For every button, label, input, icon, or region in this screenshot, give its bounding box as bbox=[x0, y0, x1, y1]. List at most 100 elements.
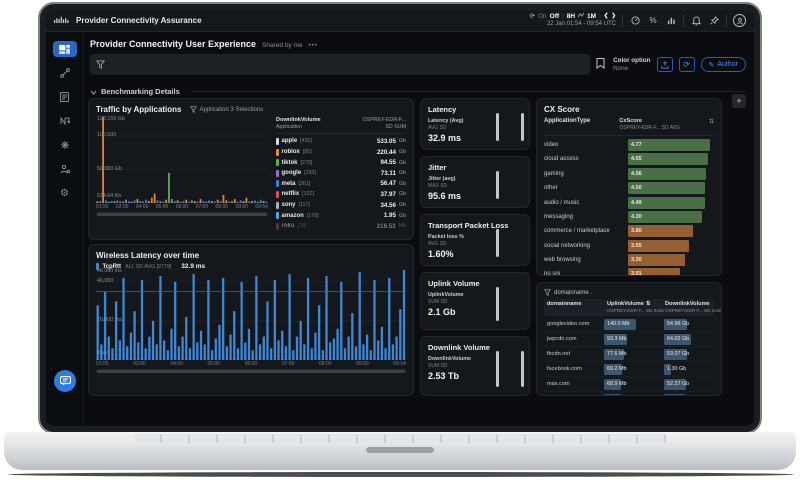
cx-row[interactable]: messaging4.30 bbox=[544, 210, 714, 224]
cx-application-label: messaging bbox=[544, 214, 628, 220]
chart-scrollbar[interactable] bbox=[96, 369, 406, 373]
cx-bar-cell: 4.65 bbox=[628, 153, 714, 165]
percent-metrics-icon[interactable]: % bbox=[647, 15, 659, 27]
bookmark-icon[interactable] bbox=[596, 56, 605, 74]
col-uplinkvolume[interactable]: UplinkVolume bbox=[607, 301, 644, 308]
notifications-bell-icon[interactable] bbox=[690, 15, 702, 27]
time-range-control[interactable]: ⟳ On Off | 8H 1M | ❮ ❯ 22 Jan 01:54 - 09… bbox=[530, 12, 616, 29]
range-8h[interactable]: 8H bbox=[567, 13, 575, 21]
pin-icon[interactable] bbox=[708, 15, 720, 27]
filter-input[interactable] bbox=[90, 54, 590, 75]
kpi-gauge-bar[interactable] bbox=[496, 287, 499, 321]
nav-topology[interactable] bbox=[53, 65, 77, 81]
kpi-gauge-bar[interactable] bbox=[496, 113, 499, 141]
author-mode-button[interactable]: ✎ Author bbox=[701, 57, 747, 72]
traffic-chart[interactable]: 128.159 Gb 100,000 50,000 Gb 524.64 Kb 0… bbox=[96, 117, 268, 231]
bar-chart-icon[interactable] bbox=[665, 15, 677, 27]
chart-bar bbox=[220, 201, 222, 203]
kpi-gauge-bar[interactable] bbox=[496, 351, 499, 387]
kpi-gauge-bar[interactable] bbox=[521, 351, 524, 387]
cx-row[interactable]: no sni3.01 bbox=[544, 267, 714, 276]
laptop-mockup: Provider Connectivity Assurance ⟳ On Off… bbox=[0, 0, 800, 486]
toggle-on[interactable]: On bbox=[538, 13, 547, 21]
chart-bar bbox=[296, 337, 298, 360]
more-options-icon[interactable]: ••• bbox=[309, 43, 318, 49]
downlink-value: 1.95 bbox=[384, 212, 396, 219]
col-cxscore[interactable]: CxScore bbox=[619, 118, 680, 125]
x-tick: 06:00 bbox=[176, 204, 189, 210]
table-row[interactable]: googlevideo.com140.0 Mb54.96 Gb bbox=[544, 317, 714, 332]
application-filter[interactable]: Application 3 Selections bbox=[190, 106, 264, 113]
sort-icon[interactable]: ⇅ bbox=[709, 118, 714, 125]
app-count: [261] bbox=[299, 181, 311, 187]
kpi-gauge-bar[interactable] bbox=[496, 171, 499, 199]
cx-row[interactable]: cloud access4.65 bbox=[544, 152, 714, 166]
col-application[interactable]: Application bbox=[276, 124, 321, 131]
user-avatar[interactable] bbox=[733, 14, 746, 27]
cx-row[interactable]: social networking3.55 bbox=[544, 239, 714, 253]
add-widget-button[interactable]: + bbox=[732, 94, 746, 108]
uplink-cell: 77.6 Mb bbox=[604, 349, 662, 360]
cx-row[interactable]: commerce / marketplace3.80 bbox=[544, 224, 714, 238]
chart-bar bbox=[266, 202, 268, 203]
table-row[interactable]: netflix[122]37.97Gb bbox=[276, 189, 406, 200]
table-row[interactable]: google[283]73.11Gb bbox=[276, 168, 406, 179]
color-option-control[interactable]: Color option None bbox=[613, 57, 650, 73]
wireless-chart[interactable]: 46.080 ms 40,000 20,000 ms 0 μs 01:5503:… bbox=[96, 270, 406, 373]
table-row[interactable]: amazon[170]1.95Gb bbox=[276, 210, 406, 221]
nav-dashboards[interactable] bbox=[53, 41, 77, 57]
wireless-legend[interactable]: TcpRtt ALL SD AVG [9779] 32.9 ms bbox=[96, 263, 406, 270]
table-row[interactable] bbox=[544, 392, 714, 396]
refresh-button[interactable]: ⟳ bbox=[679, 57, 695, 72]
table-row[interactable]: max.com68.9 Mb52.27 Gb bbox=[544, 377, 714, 392]
cx-row[interactable]: gaming4.56 bbox=[544, 167, 714, 181]
help-chat-button[interactable] bbox=[54, 370, 76, 392]
nav-reports[interactable] bbox=[53, 89, 77, 105]
table-row[interactable]: sony[117]34.56Gb bbox=[276, 200, 406, 211]
cx-row[interactable]: other4.50 bbox=[544, 181, 714, 195]
table-row[interactable]: facebook.com69.2 Mb1.30 Gb bbox=[544, 362, 714, 377]
gauge-icon[interactable] bbox=[629, 15, 641, 27]
cx-row[interactable]: web browsing3.30 bbox=[544, 253, 714, 267]
downlink-cell: 53.07 Gb bbox=[664, 349, 722, 360]
table-row[interactable]: apple[432]533.05Gb bbox=[276, 136, 406, 147]
table-row[interactable]: roku[38]216.53Mb bbox=[276, 221, 406, 232]
traffic-by-applications-panel: Traffic by Applications Application 3 Se… bbox=[88, 98, 414, 240]
sort-icon[interactable]: ⇅ bbox=[646, 301, 651, 308]
table-row[interactable]: roblox[80]220.44Gb bbox=[276, 147, 406, 158]
cx-row[interactable]: video4.77 bbox=[544, 138, 714, 152]
table-row[interactable]: tiktok[276]94.55Gb bbox=[276, 157, 406, 168]
nav-settings-gear-icon[interactable]: ⚙ bbox=[53, 185, 77, 201]
table-row[interactable]: fbcdn.net77.6 Mb53.07 Gb bbox=[544, 347, 714, 362]
col-domainname[interactable]: domainname bbox=[547, 301, 601, 308]
downlink-cell: 52.27 Gb bbox=[664, 379, 722, 390]
domainname-filter[interactable]: domainname . bbox=[544, 289, 714, 296]
benchmarking-section-toggle[interactable]: Benchmarking Details bbox=[84, 75, 754, 100]
chart-bar bbox=[388, 278, 390, 360]
chart-scrollbar[interactable] bbox=[96, 212, 268, 216]
nav-user-management[interactable] bbox=[53, 161, 77, 177]
kpi-gauge-bar[interactable] bbox=[521, 113, 524, 141]
col-downlinkvolume[interactable]: DownlinkVolume bbox=[276, 117, 321, 124]
table-row[interactable]: meta[261]56.47Gb bbox=[276, 179, 406, 190]
nav-flows[interactable] bbox=[53, 113, 77, 129]
chart-bar bbox=[100, 344, 102, 360]
col-applicationtype[interactable]: ApplicationType bbox=[544, 118, 590, 124]
kpi-gauge-bar[interactable] bbox=[496, 229, 499, 257]
prev-range-button[interactable]: ❮ bbox=[604, 13, 609, 20]
range-1m[interactable]: 1M bbox=[587, 13, 596, 21]
auto-refresh-icon[interactable]: ⟳ bbox=[530, 13, 535, 21]
kpi-panel-jitter: JitterJitter (avg)MAX SD95.6 ms bbox=[420, 156, 530, 208]
laptop-shadow bbox=[8, 472, 794, 477]
nav-integrations[interactable] bbox=[53, 137, 77, 153]
next-range-button[interactable]: ❯ bbox=[611, 13, 616, 20]
toggle-off[interactable]: Off bbox=[550, 13, 559, 21]
col-downlinkvolume[interactable]: DownlinkVolume bbox=[665, 301, 715, 308]
chart-bar bbox=[133, 311, 135, 360]
table-row[interactable]: jwpcdn.com93.3 Mb64.02 Gb bbox=[544, 332, 714, 347]
x-tick: 09:54 bbox=[255, 204, 268, 210]
export-button[interactable] bbox=[657, 57, 673, 72]
cx-row[interactable]: audio / music4.49 bbox=[544, 195, 714, 209]
chart-bar bbox=[257, 202, 259, 203]
cx-application-label: cloud access bbox=[544, 156, 628, 162]
